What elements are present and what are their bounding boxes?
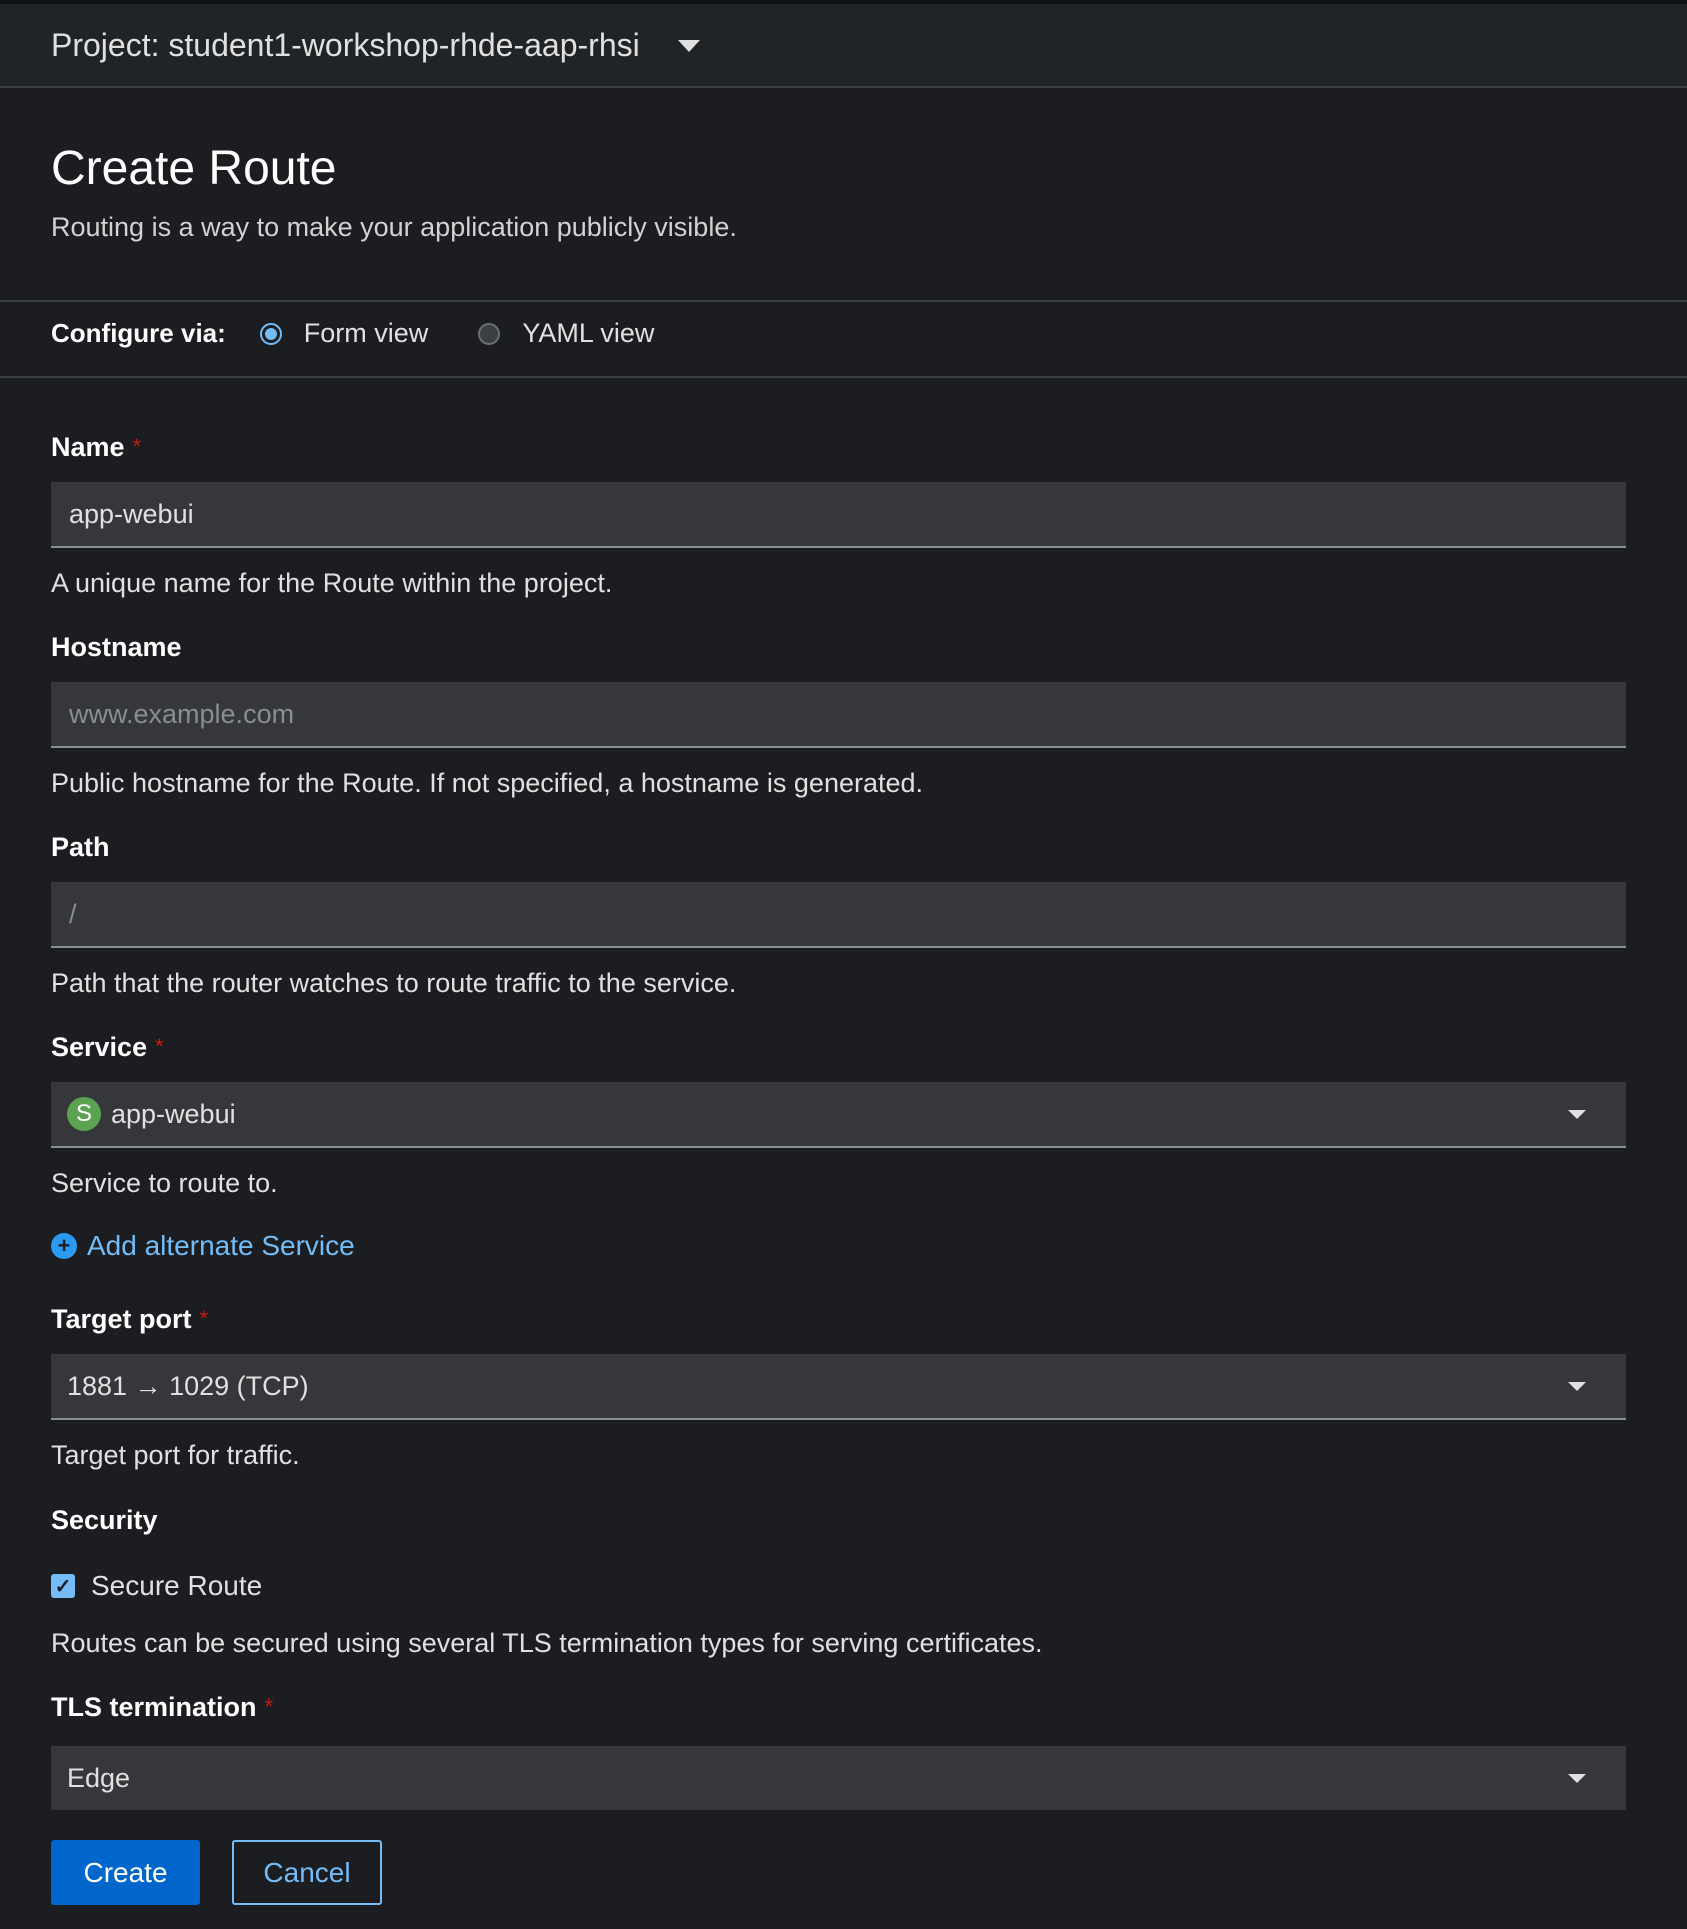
check-icon: ✓ xyxy=(54,1575,72,1598)
hostname-field-group: Hostname www.example.com Public hostname… xyxy=(51,628,1626,800)
service-field-group: Service * S app-webui Service to route to… xyxy=(51,1028,1626,1200)
secure-route-checkbox[interactable]: ✓ xyxy=(51,1574,75,1598)
service-select-value: app-webui xyxy=(111,1098,236,1129)
header-divider xyxy=(0,300,1687,302)
target-port-helper-text: Target port for traffic. xyxy=(51,1440,300,1470)
required-marker: * xyxy=(264,1694,274,1719)
add-alternate-service-link[interactable]: + Add alternate Service xyxy=(51,1230,355,1262)
plus-circle-icon: + xyxy=(51,1233,77,1259)
tls-termination-label: TLS termination * xyxy=(51,1692,274,1722)
configure-via-label: Configure via: xyxy=(51,318,226,348)
caret-down-icon xyxy=(1568,1109,1586,1119)
cancel-button[interactable]: Cancel xyxy=(232,1840,382,1905)
configure-divider xyxy=(0,376,1687,378)
service-badge-icon: S xyxy=(67,1097,101,1131)
security-heading: Security xyxy=(51,1505,158,1535)
tls-termination-field-group: TLS termination * Edge xyxy=(51,1688,1626,1812)
service-helper-text: Service to route to. xyxy=(51,1168,278,1198)
name-helper-text: A unique name for the Route within the p… xyxy=(51,568,613,598)
project-selector[interactable]: Project: student1-workshop-rhde-aap-rhsi xyxy=(0,4,1687,88)
yaml-view-label[interactable]: YAML view xyxy=(522,318,654,349)
target-port-select-value: 1881 → 1029 (TCP) xyxy=(67,1370,309,1401)
target-port-field-group: Target port * 1881 → 1029 (TCP) Target po… xyxy=(51,1300,1626,1472)
required-marker: * xyxy=(155,1034,164,1059)
project-label: Project: student1-workshop-rhde-aap-rhsi xyxy=(51,26,640,63)
page-description: Routing is a way to make your applicatio… xyxy=(51,212,737,242)
caret-down-icon xyxy=(1568,1381,1586,1391)
secure-route-label[interactable]: Secure Route xyxy=(91,1570,262,1602)
form-view-radio[interactable] xyxy=(259,322,282,345)
yaml-view-radio[interactable] xyxy=(478,322,501,345)
required-marker: * xyxy=(199,1306,209,1331)
name-input[interactable]: app-webui xyxy=(51,482,1626,548)
secure-route-checkbox-row[interactable]: ✓ Secure Route xyxy=(51,1570,262,1602)
target-port-label: Target port * xyxy=(51,1304,209,1334)
service-label: Service * xyxy=(51,1032,164,1062)
page-header: Create Route Routing is a way to make yo… xyxy=(51,140,737,243)
required-marker: * xyxy=(132,434,142,459)
security-section: Security xyxy=(51,1501,1626,1539)
add-alternate-service-label: Add alternate Service xyxy=(87,1230,355,1261)
name-field-group: Name * app-webui A unique name for the Ro… xyxy=(51,428,1626,600)
caret-down-icon xyxy=(1568,1773,1586,1783)
form-view-label[interactable]: Form view xyxy=(304,318,429,349)
service-select[interactable]: S app-webui xyxy=(51,1082,1626,1148)
name-label: Name * xyxy=(51,432,142,462)
tls-termination-select-value: Edge xyxy=(67,1762,131,1793)
path-field-group: Path / Path that the router watches to r… xyxy=(51,828,1626,1000)
hostname-helper-text: Public hostname for the Route. If not sp… xyxy=(51,768,924,798)
path-input[interactable]: / xyxy=(51,882,1626,948)
hostname-input[interactable]: www.example.com xyxy=(51,682,1626,748)
security-helper-text: Routes can be secured using several TLS … xyxy=(51,1628,1043,1658)
caret-down-icon xyxy=(677,40,700,52)
target-port-select[interactable]: 1881 → 1029 (TCP) xyxy=(51,1354,1626,1420)
path-helper-text: Path that the router watches to route tr… xyxy=(51,968,737,998)
path-label: Path xyxy=(51,832,110,862)
configure-via-group: Configure via: Form view YAML view xyxy=(51,318,704,349)
security-helper-group: Routes can be secured using several TLS … xyxy=(51,1626,1626,1660)
hostname-label: Hostname xyxy=(51,632,182,662)
page-title: Create Route xyxy=(51,142,337,195)
create-button[interactable]: Create xyxy=(51,1840,200,1905)
tls-termination-select[interactable]: Edge xyxy=(51,1746,1626,1812)
